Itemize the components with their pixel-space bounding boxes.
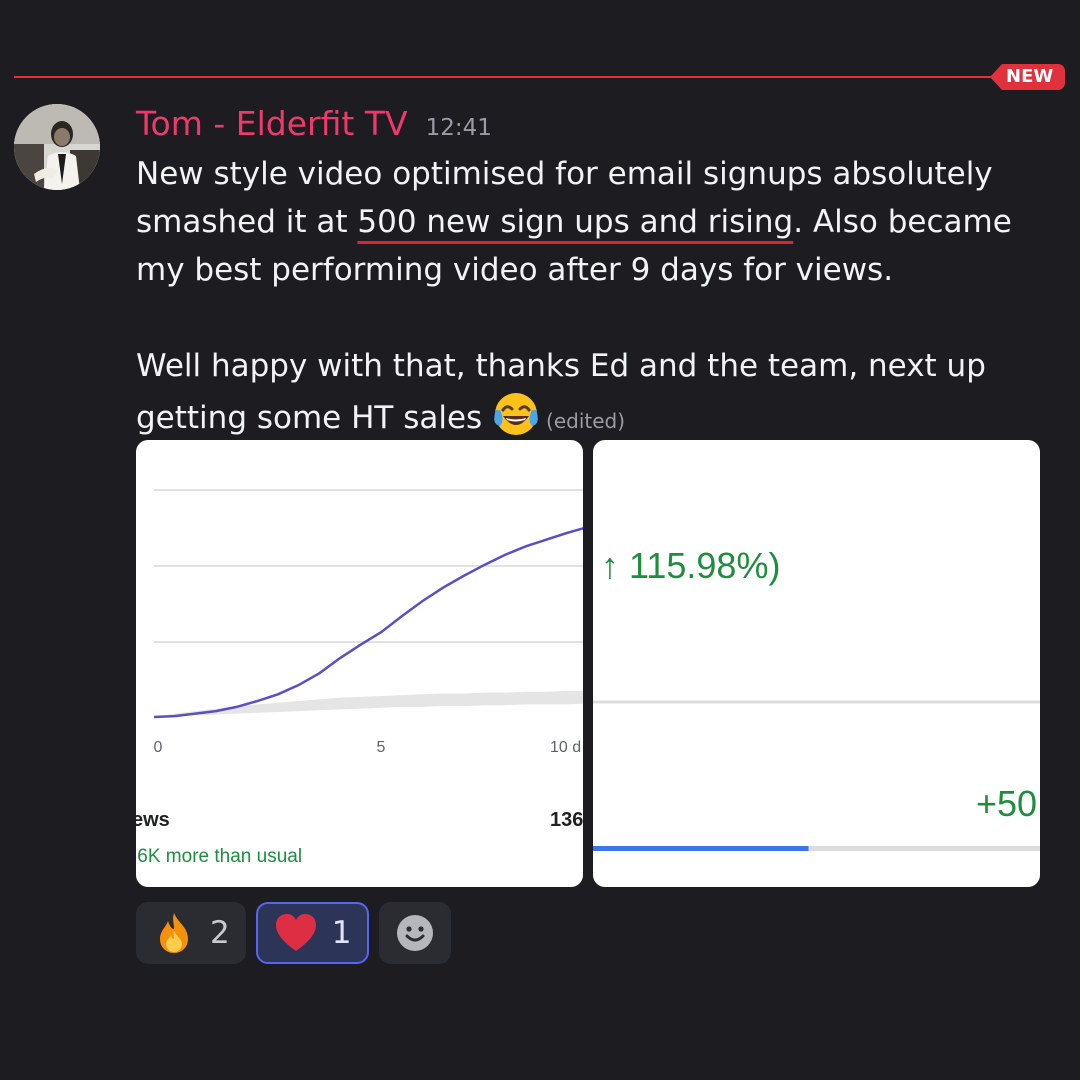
attachment-image-chart[interactable]: 0 5 10 d ews 136 .6K more than usual: [136, 440, 583, 887]
heart-icon: [275, 914, 316, 951]
new-badge: NEW: [990, 64, 1066, 90]
change-percent: ↑ 115.98%): [601, 545, 780, 586]
avatar-photo: [14, 104, 100, 190]
reaction-heart[interactable]: 1: [255, 902, 370, 964]
metric-value: 136: [550, 809, 583, 831]
message-paragraph-2: Well happy with that, thanks Ed and the …: [136, 342, 1036, 445]
message-header: Tom - Elderfit TV 12:41: [136, 104, 492, 148]
smiley-add-reaction-icon: [397, 915, 434, 951]
delta-value: +50: [976, 783, 1037, 824]
message-paragraph-1: New style video optimised for email sign…: [136, 150, 1036, 294]
avatar[interactable]: [14, 104, 100, 190]
stats-crop: ↑ 115.98%) +50: [593, 545, 1040, 851]
metric-label: ews: [136, 809, 170, 831]
views-series-line: [153, 527, 583, 719]
comparison-text: .6K more than usual: [136, 846, 302, 867]
edited-label: (edited): [546, 409, 626, 433]
username[interactable]: Tom - Elderfit TV: [136, 104, 408, 143]
message-body: New style video optimised for email sign…: [136, 150, 1036, 445]
fire-icon: [160, 913, 188, 953]
typical-range-band: [154, 690, 583, 717]
x-tick-label: 10 d: [550, 739, 581, 756]
progress-fill: [593, 846, 809, 851]
reaction-fire[interactable]: 2: [136, 902, 246, 964]
reaction-count: 2: [210, 915, 230, 951]
views-line-chart: 0 5 10 d ews 136 .6K more than usual: [136, 489, 583, 867]
attachment-image-stats[interactable]: ↑ 115.98%) +50: [593, 440, 1040, 887]
reactions-bar: 2 1: [136, 902, 452, 964]
underlined-text: 500 new sign ups and rising: [357, 204, 794, 240]
x-tick-label: 5: [377, 739, 386, 756]
x-tick-label: 0: [154, 739, 163, 756]
add-reaction-button[interactable]: [379, 902, 452, 964]
timestamp[interactable]: 12:41: [426, 115, 492, 141]
reaction-count: 1: [331, 915, 352, 951]
new-messages-divider: [14, 76, 1000, 78]
face-with-tears-of-joy-icon: [494, 393, 538, 435]
